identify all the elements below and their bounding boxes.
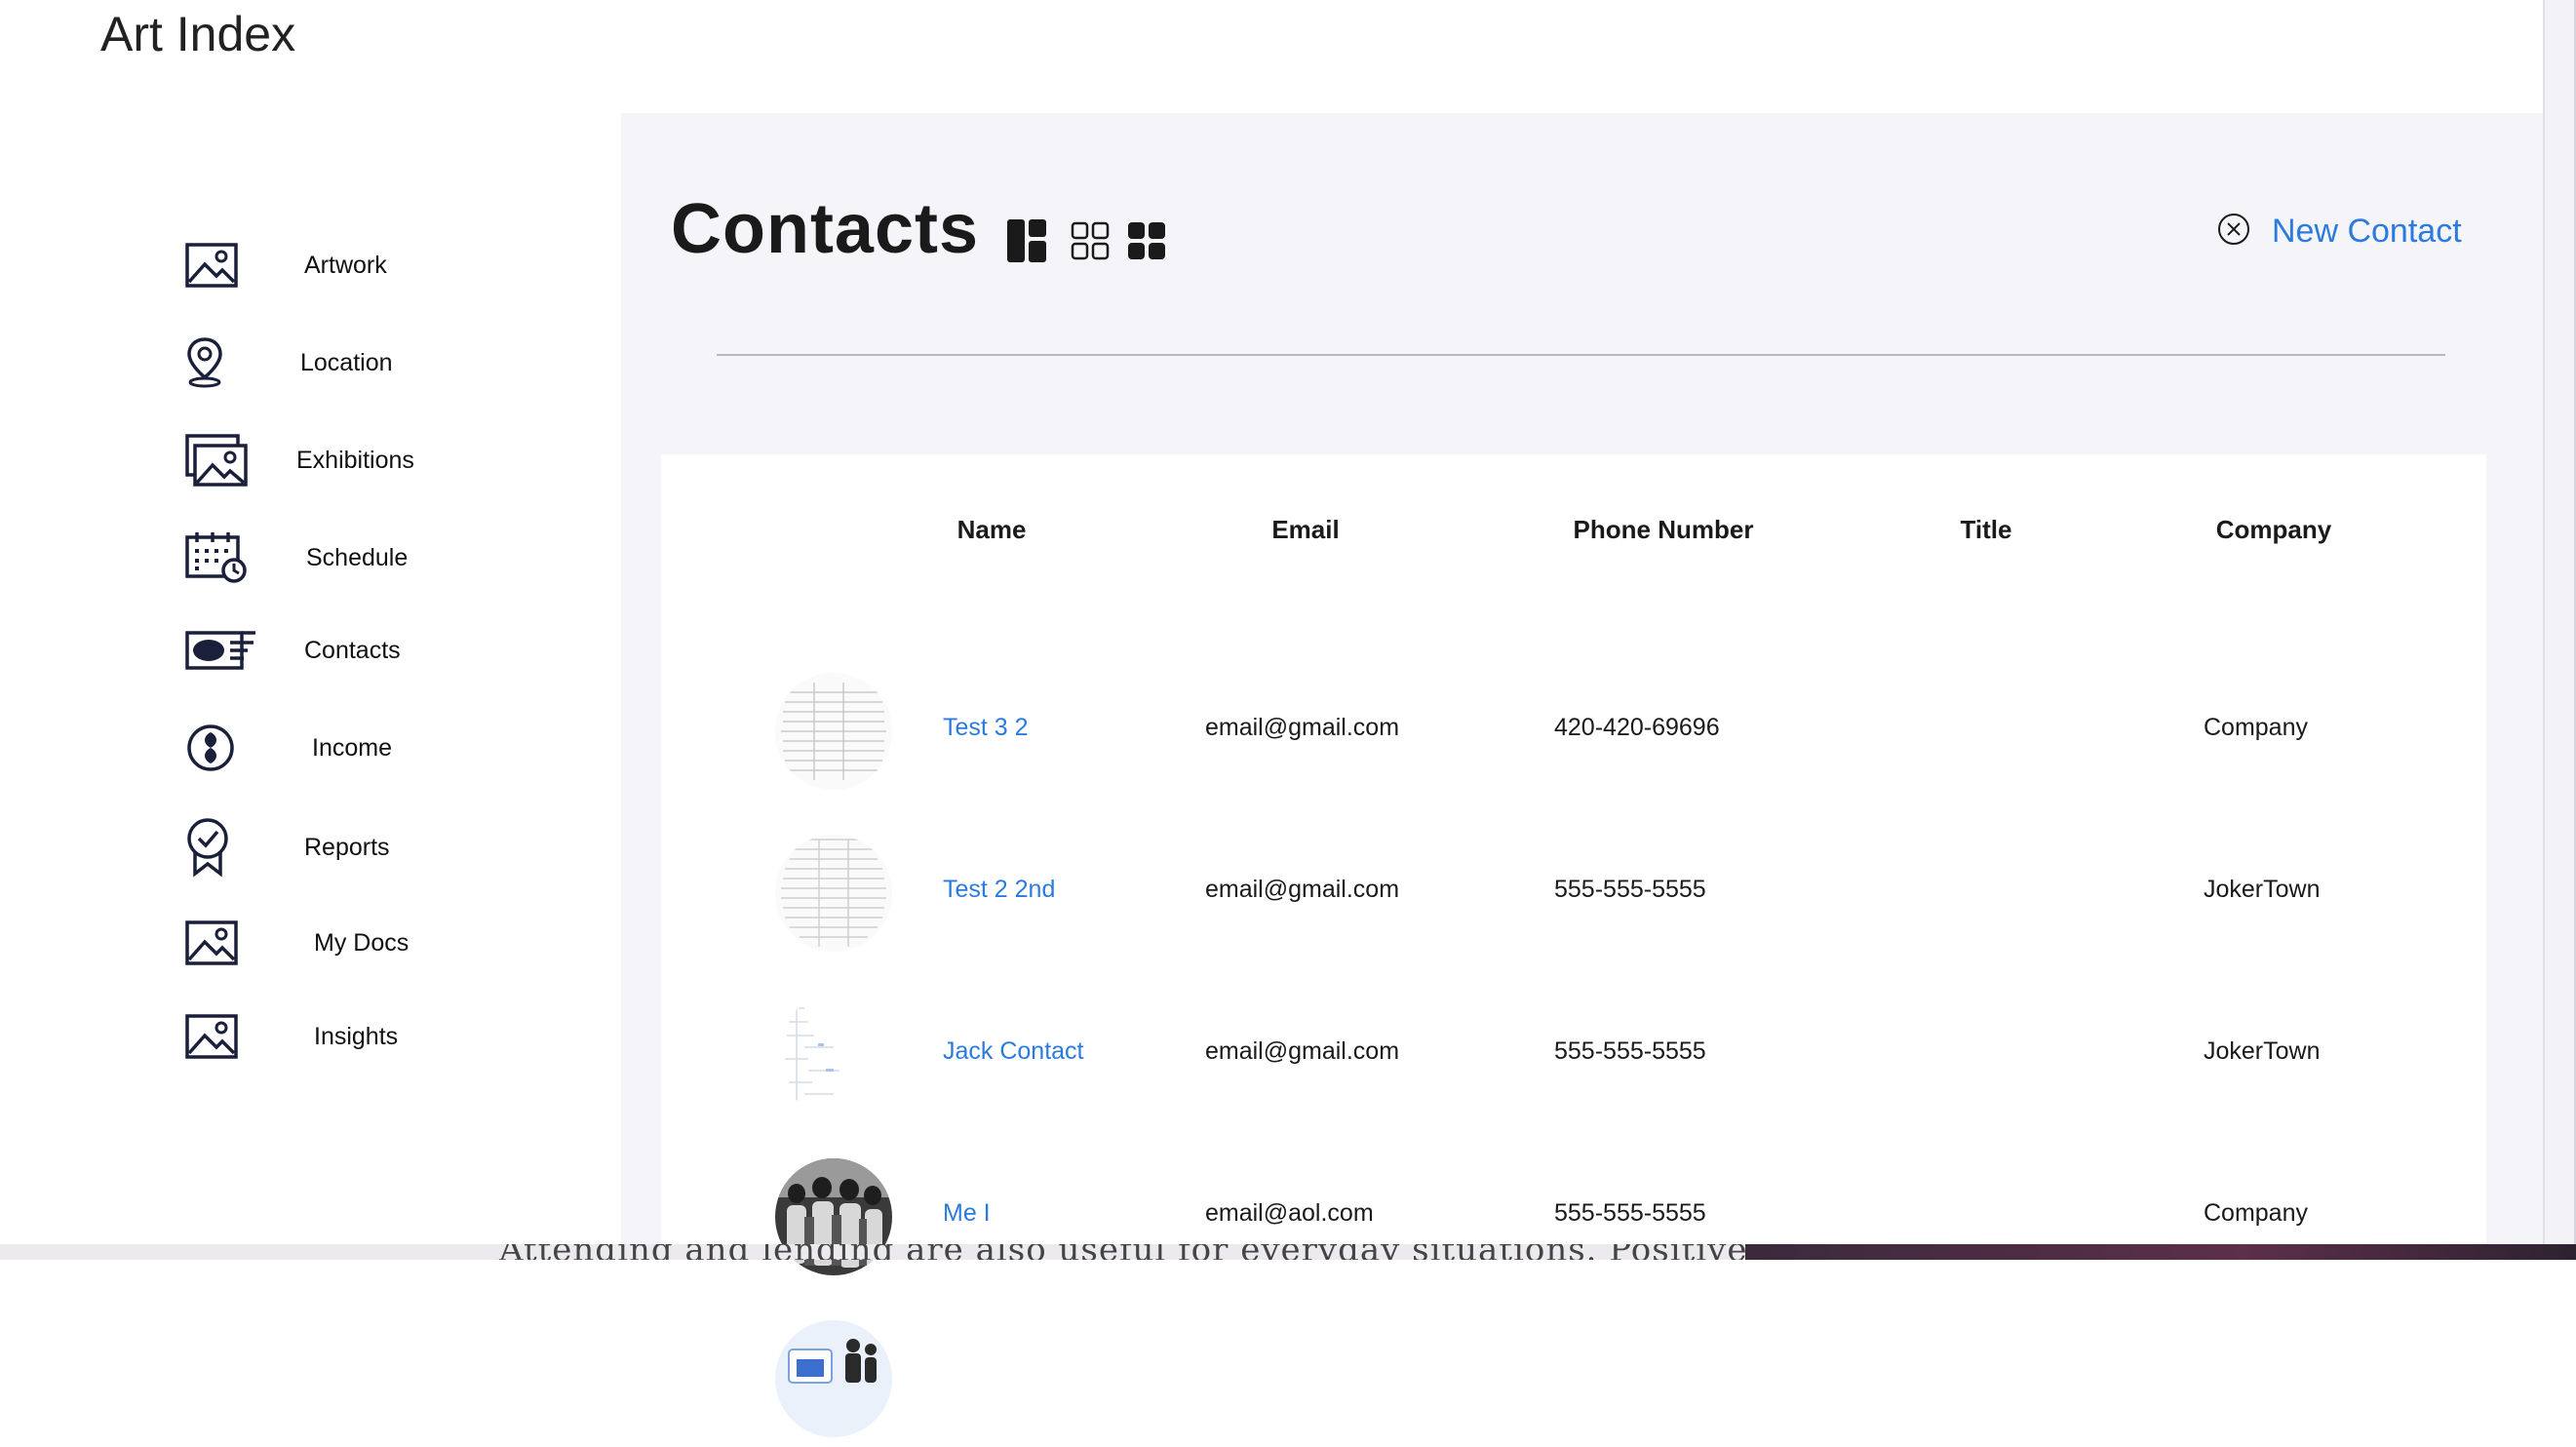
sidebar-item-schedule[interactable]: Schedule [185,524,408,592]
calendar-clock-icon [185,524,267,592]
sidebar-item-exhibitions[interactable]: Exhibitions [185,426,414,494]
avatar [775,1320,892,1437]
background-image [1745,1244,2576,1260]
sidebar-item-my-docs[interactable]: My Docs [185,909,409,977]
contact-email: email@gmail.com [1205,876,1400,903]
avatar [775,835,892,952]
column-header-email[interactable]: Email [1271,515,1339,545]
contact-company: JokerTown [2204,876,2321,903]
contact-name-link[interactable]: Jack Contact [943,1037,1084,1066]
grid-filled-view-button[interactable] [1124,220,1169,265]
column-header-name[interactable]: Name [957,515,1027,545]
contact-phone: 420-420-69696 [1554,714,1720,741]
contact-company: Company [2204,1199,2308,1227]
avatar [775,997,892,1114]
table-row[interactable]: Me I email@aol.com 555-555-5555 Company [661,1149,2486,1285]
contact-card-icon [185,616,267,684]
contact-name-link[interactable]: Test 2 2nd [943,876,1055,904]
column-header-title[interactable]: Title [1961,515,2012,545]
money-icon [185,714,267,782]
sidebar-item-label: My Docs [314,928,410,957]
sidebar-item-artwork[interactable]: Artwork [185,231,387,299]
scrollbar[interactable] [2543,0,2576,1244]
layout-view-button[interactable] [1004,218,1049,268]
sidebar-item-label: Exhibitions [296,446,414,474]
sidebar-item-label: Insights [314,1022,399,1050]
table-row[interactable]: Test 2 2nd email@gmail.com 555-555-5555 … [661,825,2486,961]
contact-company: Company [2204,714,2308,741]
app-title: Art Index [100,7,296,61]
sidebar-item-reports[interactable]: Reports [185,813,390,881]
award-badge-icon [185,813,267,881]
contact-email: email@gmail.com [1205,1037,1400,1065]
background-text: Attending and lending are also useful fo… [499,1244,1815,1260]
new-contact-label: New Contact [2272,212,2462,250]
contact-email: email@aol.com [1205,1199,1374,1227]
contacts-table: Name Email Phone Number Title Company Te… [661,454,2486,1437]
image-icon [185,231,267,299]
image-icon [185,1002,267,1071]
contact-phone: 555-555-5555 [1554,1037,1706,1065]
main-panel: Contacts New Contact Name Email Phone Nu… [621,113,2543,1437]
sidebar-item-contacts[interactable]: Contacts [185,616,401,684]
contact-phone: 555-555-5555 [1554,876,1706,903]
sidebar-item-label: Schedule [306,543,409,571]
contact-company: JokerTown [2204,1037,2321,1065]
table-row[interactable] [661,1310,2486,1447]
sidebar-item-insights[interactable]: Insights [185,1002,398,1071]
sidebar-item-label: Contacts [304,636,401,664]
table-row[interactable]: Jack Contact email@gmail.com 555-555-555… [661,987,2486,1123]
sidebar-item-location[interactable]: Location [185,329,393,397]
sidebar-item-label: Artwork [304,251,387,279]
avatar [775,673,892,790]
new-contact-button[interactable]: New Contact [2217,207,2462,255]
grid-outline-icon [1071,221,1110,265]
grid-outline-view-button[interactable] [1068,220,1112,265]
layout-icon [1006,218,1047,268]
contact-email: email@gmail.com [1205,714,1400,741]
sidebar-item-income[interactable]: Income [185,714,392,782]
contact-name-link[interactable]: Test 3 2 [943,714,1029,742]
sidebar-item-label: Income [312,733,392,762]
column-header-phone[interactable]: Phone Number [1574,515,1754,545]
contact-name-link[interactable]: Me I [943,1199,991,1228]
page-title: Contacts [671,190,980,268]
contact-phone: 555-555-5555 [1554,1199,1706,1227]
column-header-company[interactable]: Company [2216,515,2331,545]
gallery-images-icon [185,426,267,494]
close-circle-icon [2217,213,2250,251]
map-pin-icon [185,329,267,397]
divider [717,354,2445,356]
table-row[interactable]: Test 3 2 email@gmail.com 420-420-69696 C… [661,663,2486,800]
sidebar-item-label: Location [300,348,393,376]
background-window: Attending and lending are also useful fo… [0,1244,2576,1260]
grid-filled-icon [1127,221,1166,265]
sidebar-item-label: Reports [304,833,390,861]
image-icon [185,909,267,977]
